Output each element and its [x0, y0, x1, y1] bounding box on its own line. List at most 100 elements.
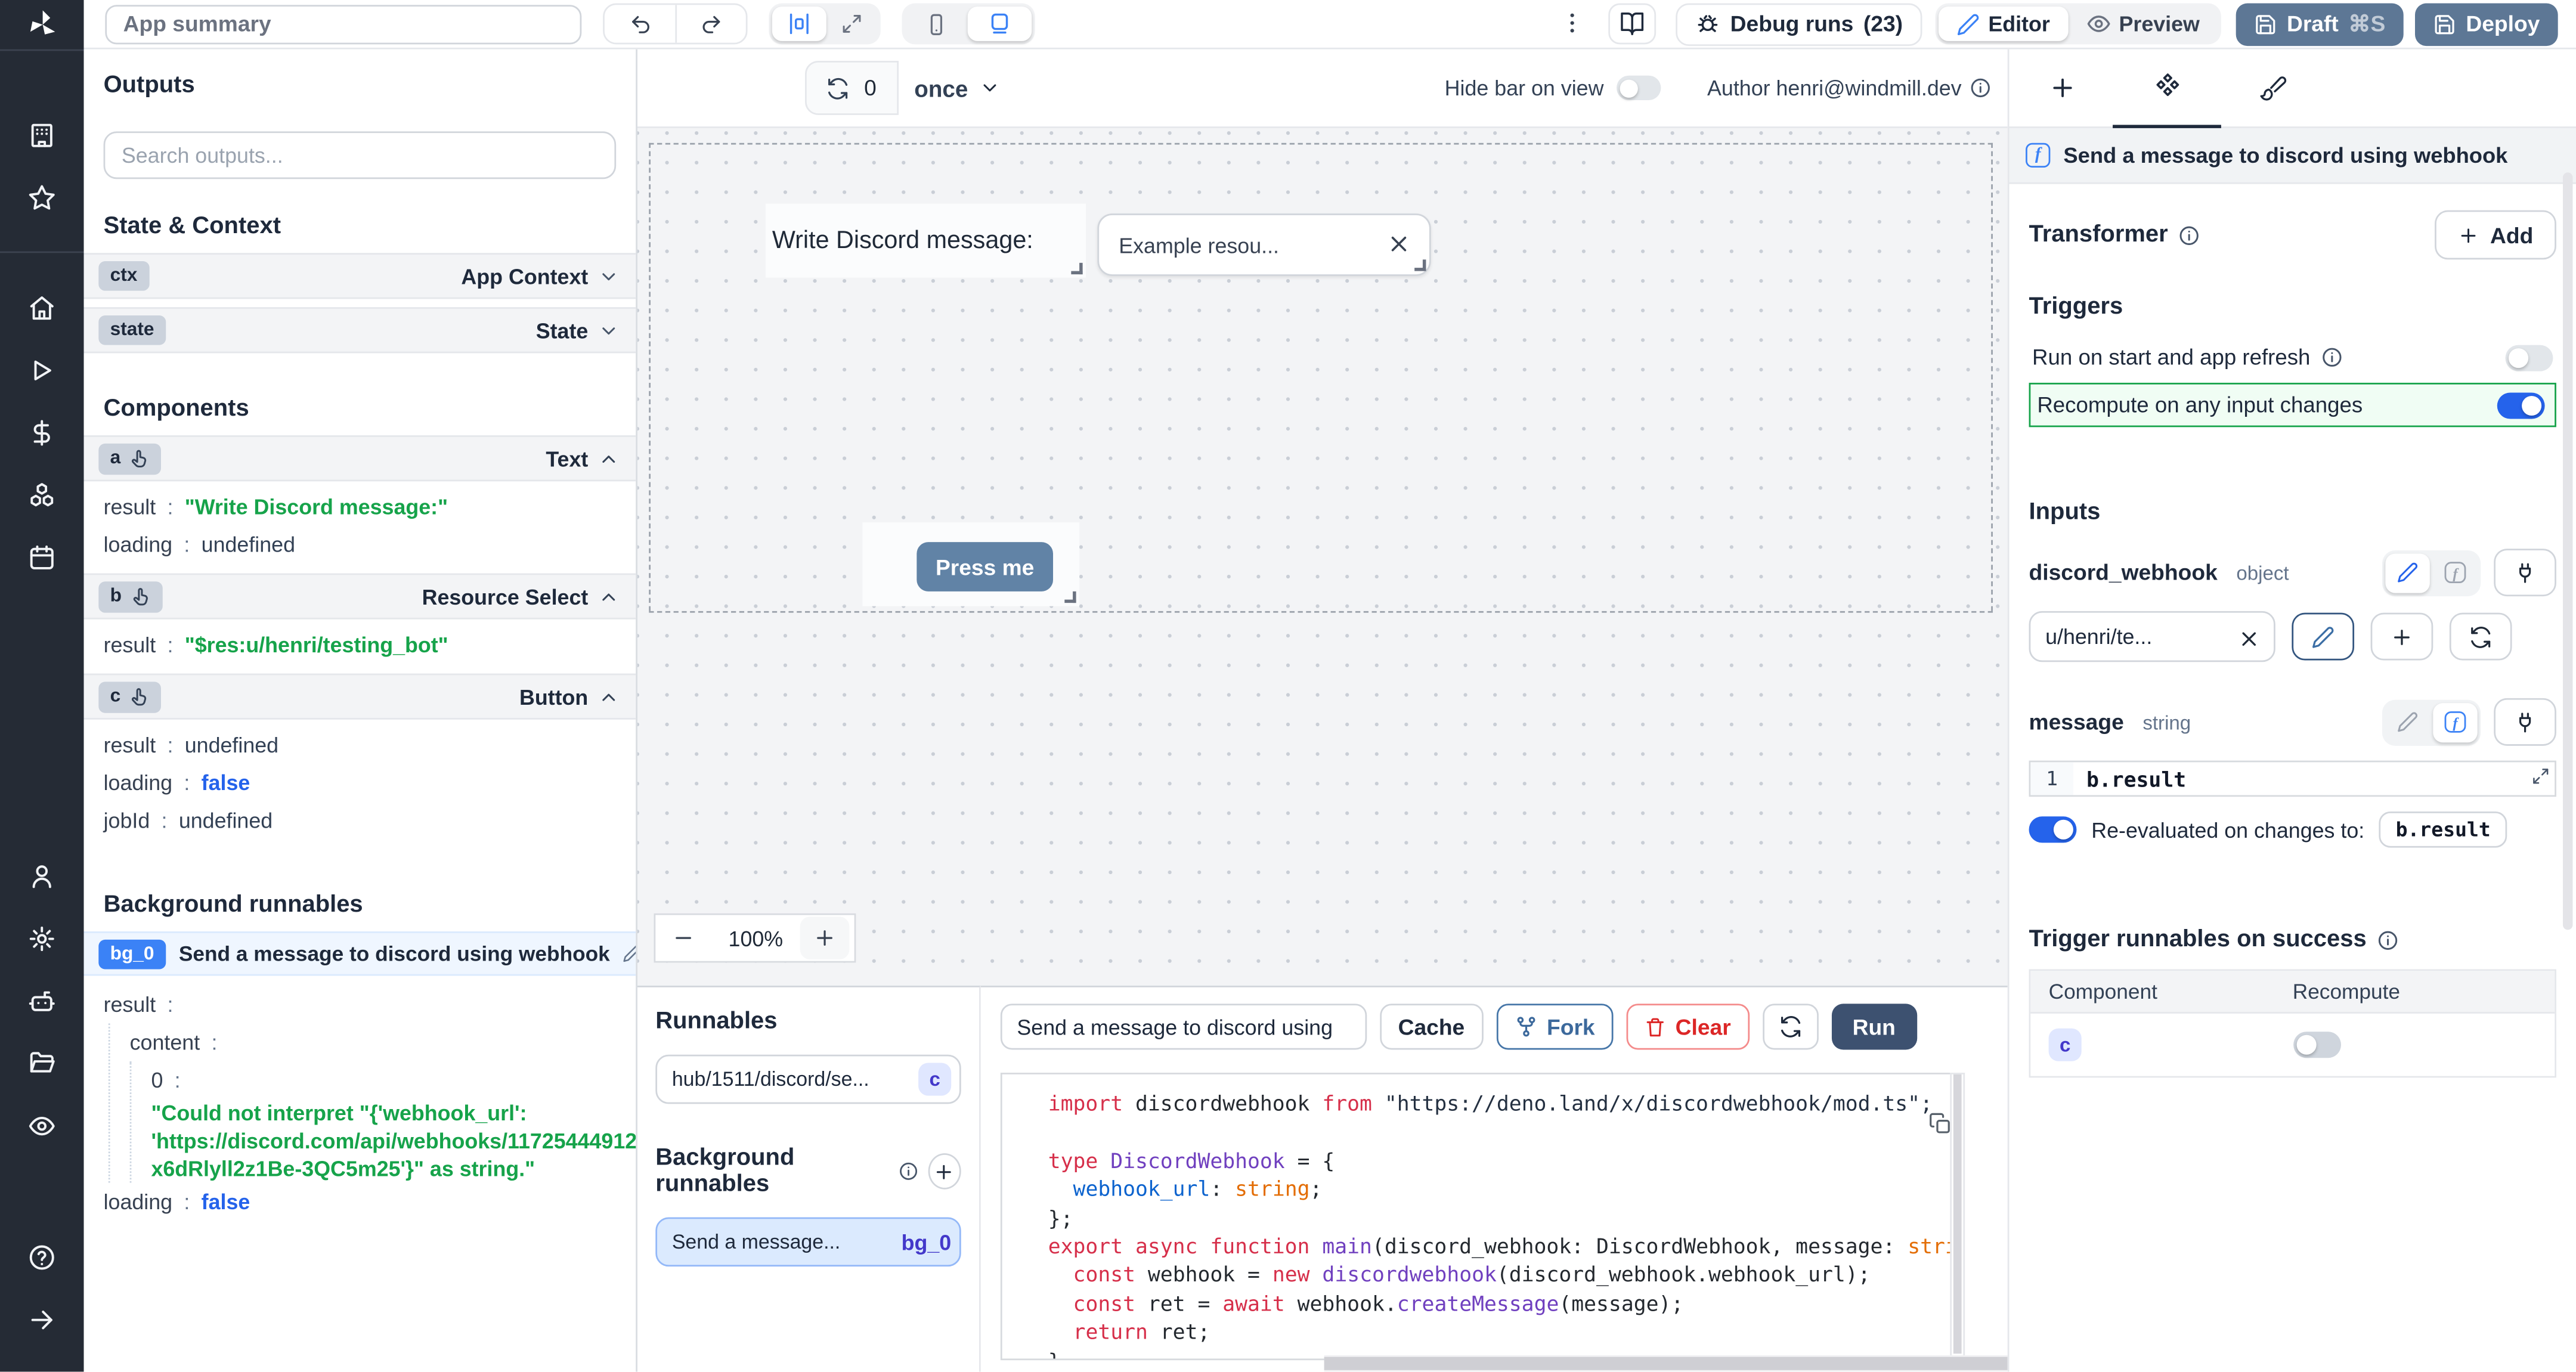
runs-icon[interactable] [0, 339, 84, 401]
settings-icon[interactable] [0, 907, 84, 970]
tab-styling[interactable] [2219, 49, 2324, 126]
deploy-button[interactable]: Deploy [2415, 2, 2558, 45]
desktop-view-button[interactable] [968, 7, 1032, 41]
connect-input-button[interactable] [2494, 698, 2556, 746]
code-editor[interactable]: import discordwebhook from "https://deno… [1001, 1073, 1965, 1361]
add-bg-runnable-button[interactable] [928, 1153, 961, 1190]
hide-bar-toggle[interactable] [1617, 76, 1661, 100]
horizontal-scrollbar[interactable] [1324, 1356, 2008, 1372]
component-b-row[interactable]: b Resource Select [84, 574, 636, 620]
variables-icon[interactable] [0, 401, 84, 463]
text-component[interactable]: Write Discord message: [766, 204, 1086, 278]
tab-editor[interactable]: Editor [1939, 7, 2068, 41]
eval-mode-fx-icon[interactable]: f [2433, 702, 2477, 742]
expand-editor-icon[interactable] [2532, 762, 2550, 792]
center-align-button[interactable] [772, 7, 826, 41]
add-transformer-button[interactable]: Add [2434, 210, 2556, 260]
debug-runs-button[interactable]: Debug runs (23) [1676, 2, 1922, 45]
reeval-toggle[interactable] [2029, 816, 2077, 843]
users-icon[interactable] [0, 844, 84, 907]
script-name-input[interactable] [1001, 1004, 1367, 1049]
audit-logs-icon[interactable] [0, 1094, 84, 1157]
chevron-up-icon[interactable] [598, 686, 620, 707]
button-component-wrapper[interactable]: Press me [862, 522, 1079, 606]
home-icon[interactable] [0, 276, 84, 339]
clear-button[interactable]: Clear [1626, 1004, 1749, 1049]
tab-preview[interactable]: Preview [2068, 7, 2218, 41]
bg-runnable-item-selected[interactable]: Send a message... bg_0 [655, 1218, 961, 1267]
info-icon[interactable] [2322, 346, 2343, 368]
code-vertical-scrollbar[interactable] [1950, 1073, 1965, 1361]
component-a-row[interactable]: a Text [84, 435, 636, 481]
chevron-down-icon[interactable] [598, 265, 620, 287]
resource-select-component[interactable]: Example resou... [1097, 213, 1431, 276]
resources-icon[interactable] [0, 463, 84, 526]
redo-button[interactable] [675, 5, 745, 42]
run-on-start-toggle[interactable] [2506, 344, 2553, 370]
info-icon[interactable] [1970, 77, 1991, 98]
chevron-up-icon[interactable] [598, 448, 620, 469]
runnable-item[interactable]: hub/1511/discord/se... c [655, 1055, 961, 1104]
zoom-in-button[interactable] [800, 916, 850, 959]
search-outputs-input[interactable] [122, 143, 598, 168]
bg0-output-row[interactable]: bg_0 Send a message to discord using web… [84, 931, 636, 975]
workspace-icon[interactable] [0, 104, 84, 166]
docs-button[interactable] [1609, 4, 1657, 45]
reeval-target-badge[interactable]: b.result [2379, 812, 2507, 848]
windmill-logo-icon[interactable] [0, 0, 84, 49]
clear-selection-icon[interactable] [1388, 230, 1410, 260]
collapse-sidebar-icon[interactable] [0, 1288, 84, 1351]
component-c-type: Button [519, 684, 588, 708]
fullwidth-button[interactable] [826, 7, 877, 41]
ctx-row[interactable]: ctx App Context [84, 253, 636, 299]
static-mode-pencil-icon[interactable] [2385, 553, 2429, 592]
fork-button[interactable]: Fork [1496, 1004, 1613, 1049]
row-recompute-toggle[interactable] [2293, 1032, 2340, 1058]
refresh-script-button[interactable] [1762, 1004, 1818, 1049]
eval-mode-fx-icon[interactable]: f [2433, 553, 2477, 592]
message-expression-editor[interactable]: 1 b.result [2029, 761, 2556, 797]
recompute-toggle[interactable] [2497, 392, 2545, 418]
info-icon[interactable] [898, 1162, 918, 1181]
workers-icon[interactable] [0, 970, 84, 1032]
refresh-resource-button[interactable] [2450, 613, 2512, 661]
chevron-down-icon[interactable] [598, 320, 620, 341]
app-summary-input[interactable] [105, 4, 581, 44]
help-icon[interactable] [0, 1225, 84, 1288]
panel-scrollbar[interactable] [2563, 172, 2573, 930]
chevron-up-icon[interactable] [598, 586, 620, 607]
resource-select-value: Example resou... [1119, 233, 1279, 257]
press-me-button[interactable]: Press me [917, 542, 1053, 591]
refresh-count-box[interactable]: 0 [805, 61, 898, 115]
cache-button[interactable]: Cache [1380, 1004, 1482, 1049]
info-icon[interactable] [2178, 224, 2199, 246]
zoom-out-button[interactable] [655, 915, 711, 961]
resize-handle[interactable] [1071, 263, 1082, 274]
mobile-view-button[interactable] [905, 7, 968, 41]
copy-code-icon[interactable] [1928, 1109, 1952, 1139]
schedules-icon[interactable] [0, 526, 84, 589]
state-row[interactable]: state State [84, 307, 636, 353]
draft-button[interactable]: Draft ⌘S [2236, 2, 2404, 45]
pencil-icon[interactable] [623, 944, 637, 962]
app-canvas[interactable]: Write Discord message: Example resou... … [637, 128, 2008, 986]
clear-resource-icon[interactable] [2239, 624, 2259, 649]
info-icon[interactable] [2376, 929, 2398, 950]
frequency-dropdown[interactable]: once [898, 75, 1017, 101]
resize-handle[interactable] [1064, 591, 1076, 603]
more-menu-icon[interactable] [1559, 9, 1586, 39]
undo-button[interactable] [605, 5, 675, 42]
tab-component-settings[interactable] [2114, 49, 2219, 126]
edit-resource-button[interactable] [2292, 613, 2354, 661]
favorites-icon[interactable] [0, 166, 84, 228]
component-c-row[interactable]: c Button [84, 674, 636, 720]
resource-picker[interactable]: u/henri/te... [2029, 611, 2275, 662]
add-resource-button[interactable] [2371, 613, 2433, 661]
resize-handle[interactable] [1414, 259, 1426, 271]
static-mode-pencil-icon[interactable] [2385, 702, 2429, 742]
run-button[interactable]: Run [1831, 1004, 1917, 1049]
tab-insert-component[interactable] [2009, 49, 2114, 126]
connect-input-button[interactable] [2494, 549, 2556, 596]
folders-icon[interactable] [0, 1032, 84, 1094]
prop-key: jobId [104, 809, 150, 833]
